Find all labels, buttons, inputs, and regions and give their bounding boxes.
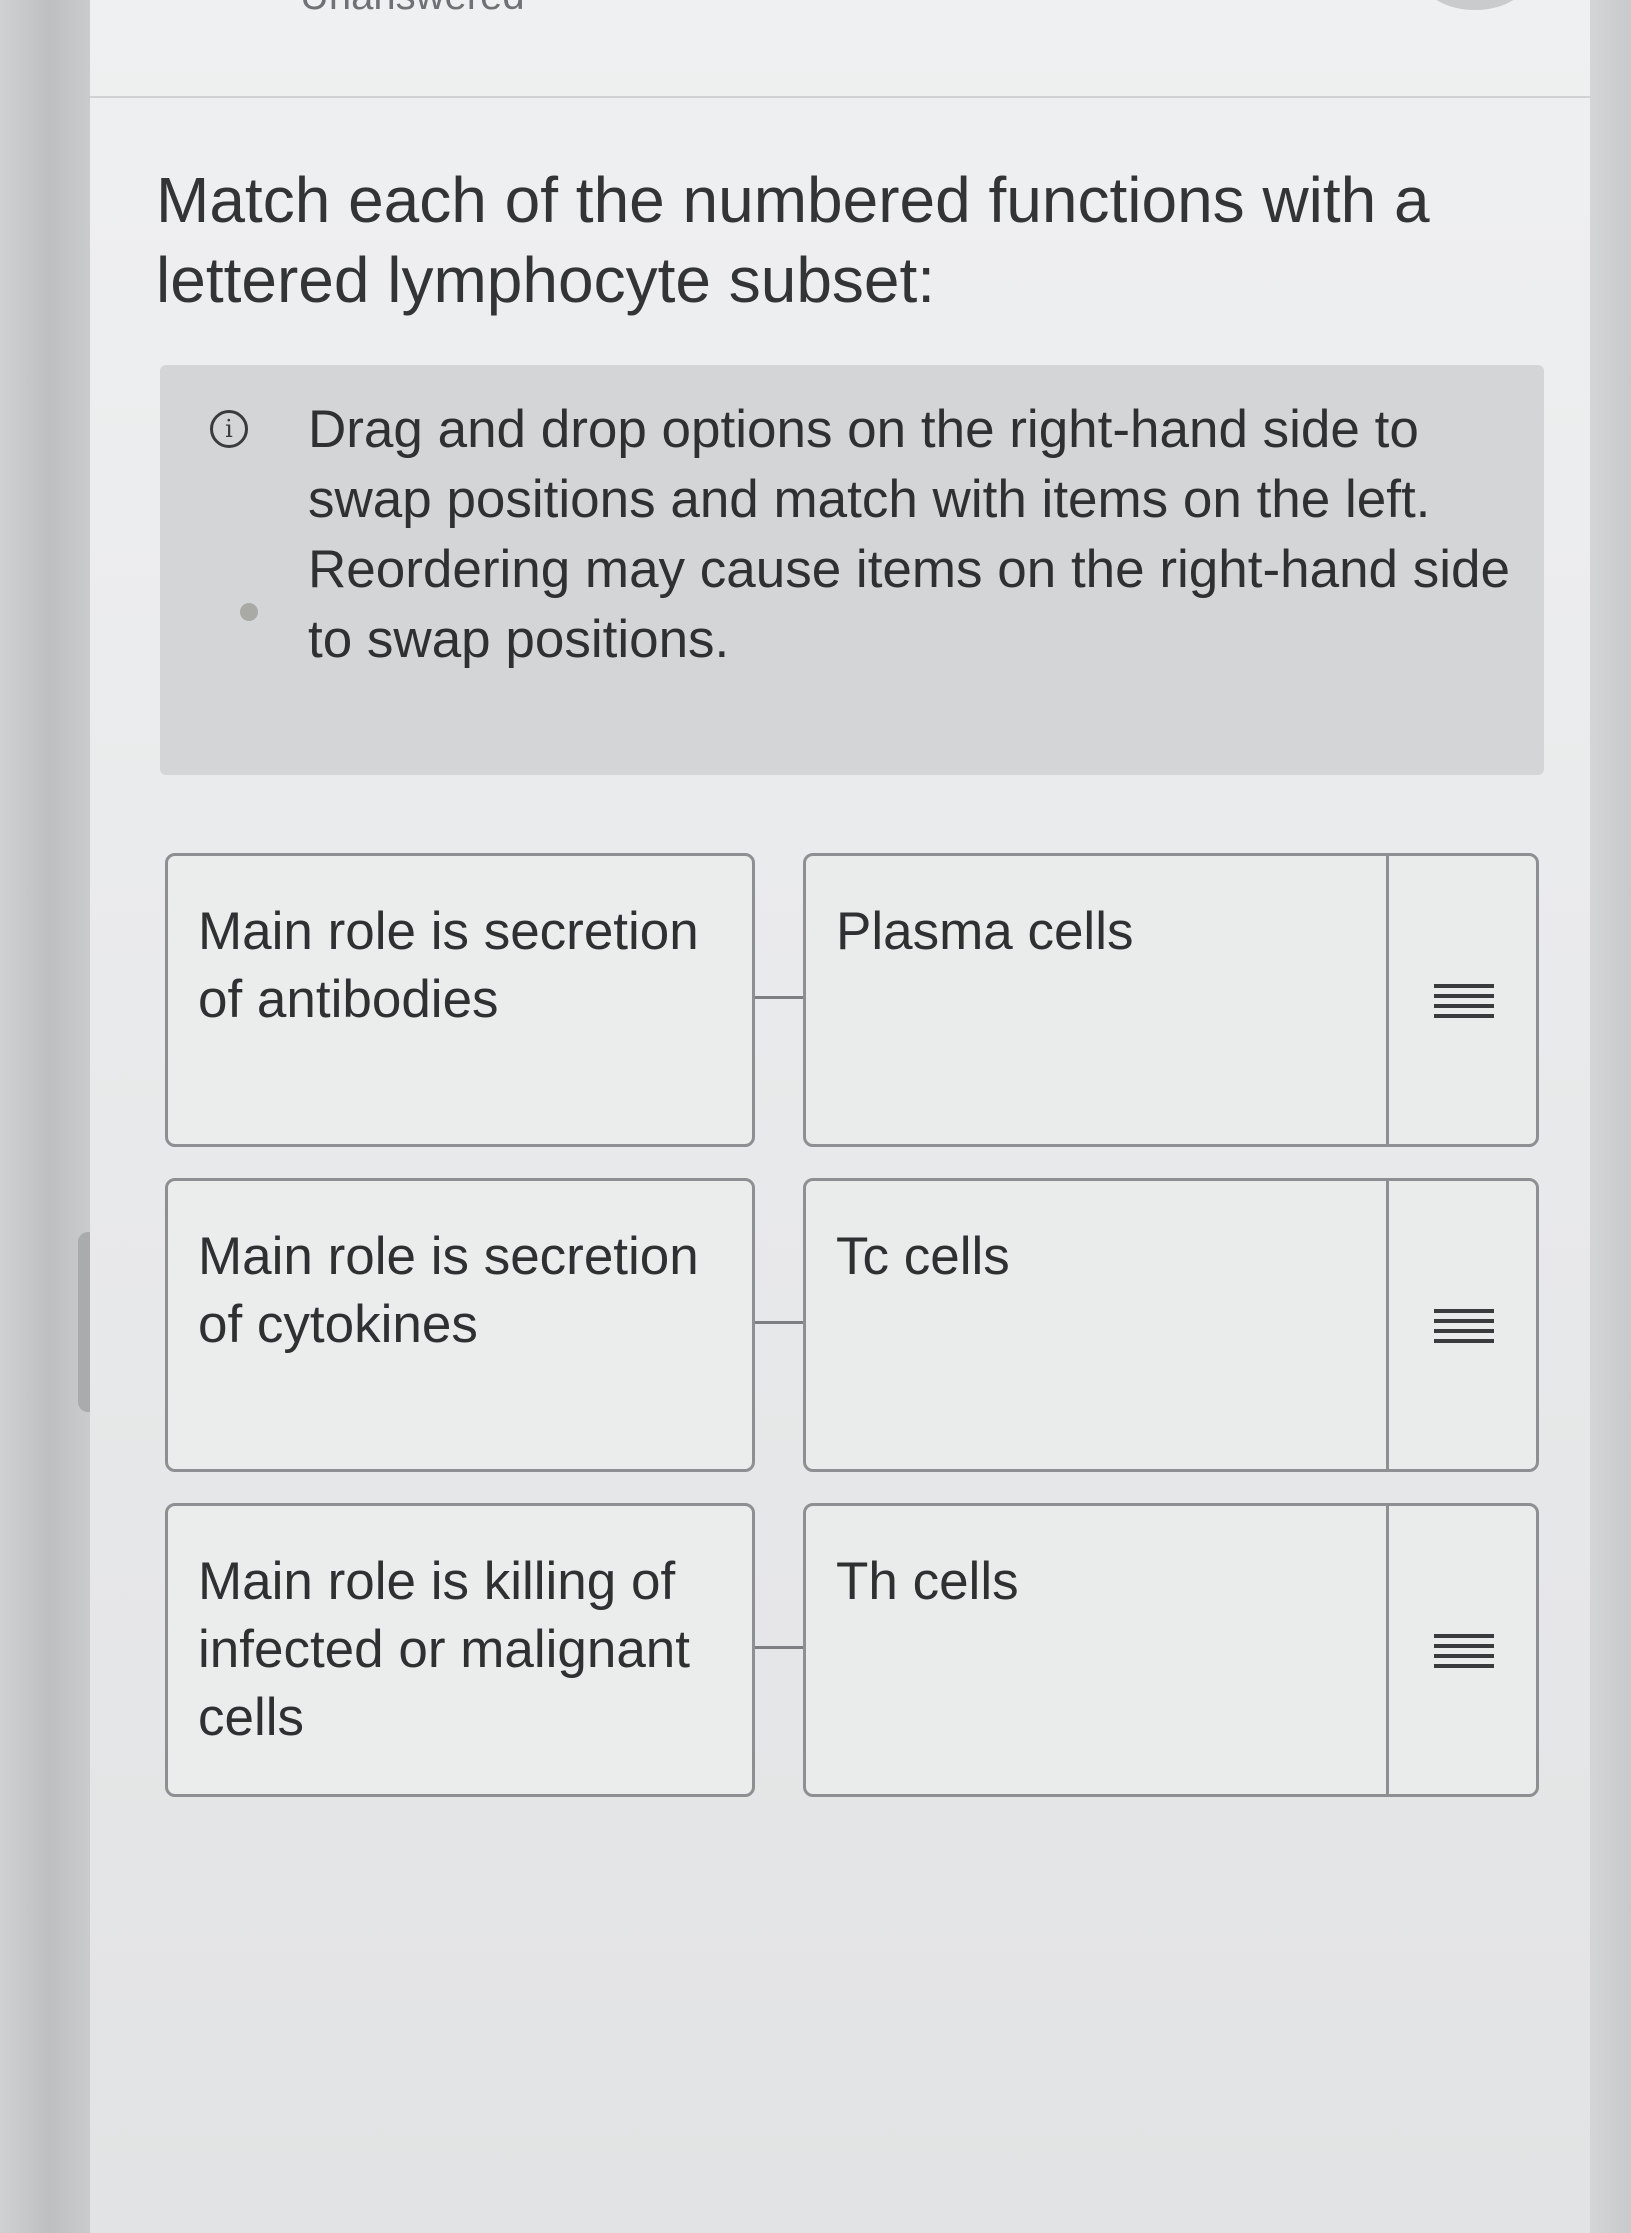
option-label: Th cells bbox=[836, 1552, 1019, 1611]
function-label: Main role is secretion of antibodies bbox=[198, 902, 699, 1029]
drag-handle[interactable] bbox=[1386, 1181, 1536, 1469]
instruction-line-1: Drag and drop options on the right-hand … bbox=[308, 400, 1431, 529]
match-connector bbox=[755, 1646, 805, 1649]
match-connector bbox=[755, 1321, 805, 1324]
function-card: Main role is secretion of antibodies bbox=[165, 853, 755, 1147]
drag-handle-icon bbox=[1434, 984, 1494, 1018]
match-row: Main role is secretion of cytokines Tc c… bbox=[0, 1178, 1631, 1474]
info-icon: i bbox=[210, 410, 248, 448]
info-dot bbox=[240, 603, 258, 621]
option-label: Tc cells bbox=[836, 1227, 1010, 1286]
match-row: Main role is secretion of antibodies Pla… bbox=[0, 853, 1631, 1149]
function-label: Main role is killing of infected or mali… bbox=[198, 1552, 691, 1747]
match-row: Main role is killing of infected or mali… bbox=[0, 1503, 1631, 1799]
instructions-box: i Drag and drop options on the right-han… bbox=[160, 365, 1544, 775]
drag-handle[interactable] bbox=[1386, 856, 1536, 1144]
question-prompt: Match each of the numbered functions wit… bbox=[156, 164, 1430, 316]
match-connector bbox=[755, 996, 805, 999]
option-card-draggable[interactable]: Th cells bbox=[803, 1503, 1539, 1797]
instruction-line-2: Reordering may cause items on the right-… bbox=[308, 540, 1510, 669]
option-card-draggable[interactable]: Plasma cells bbox=[803, 853, 1539, 1147]
header-divider bbox=[90, 96, 1590, 98]
function-card: Main role is killing of infected or mali… bbox=[165, 1503, 755, 1797]
drag-handle-icon bbox=[1434, 1309, 1494, 1343]
drag-handle[interactable] bbox=[1386, 1506, 1536, 1794]
option-label: Plasma cells bbox=[836, 902, 1134, 961]
function-card: Main role is secretion of cytokines bbox=[165, 1178, 755, 1472]
instructions-text: Drag and drop options on the right-hand … bbox=[308, 395, 1518, 675]
option-card-draggable[interactable]: Tc cells bbox=[803, 1178, 1539, 1472]
function-label: Main role is secretion of cytokines bbox=[198, 1227, 699, 1354]
drag-handle-icon bbox=[1434, 1634, 1494, 1668]
status-label: Unanswered bbox=[300, 0, 525, 19]
